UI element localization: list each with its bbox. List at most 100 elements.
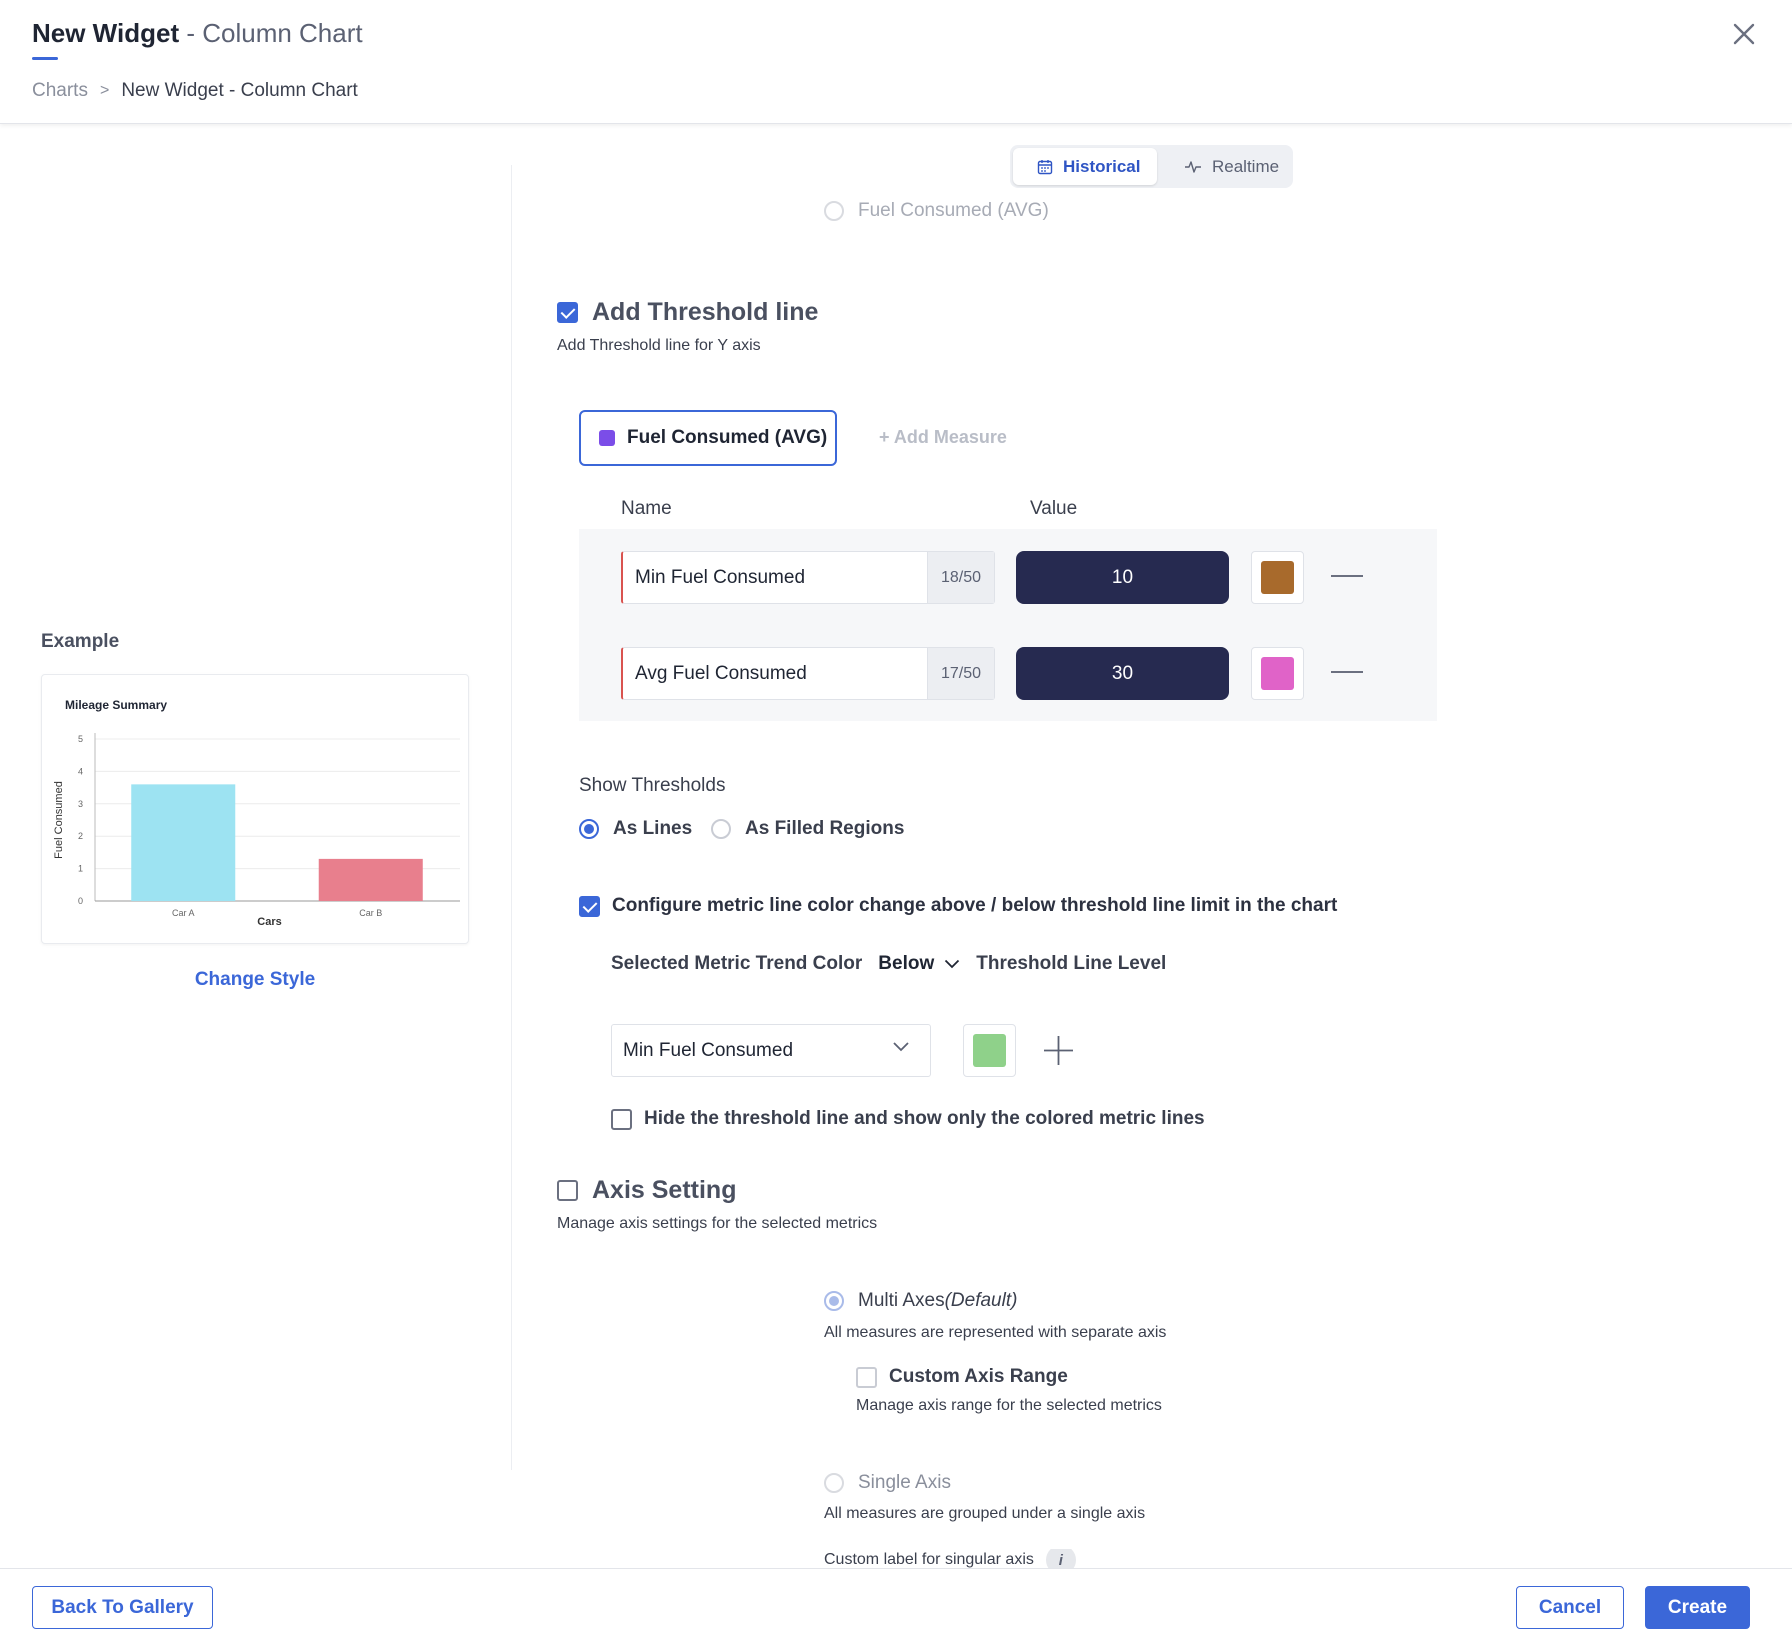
title-sub: Column Chart	[202, 18, 363, 48]
threshold-name-input[interactable]: Avg Fuel Consumed 17/50	[621, 647, 995, 700]
y-tick-label: 4	[78, 766, 83, 776]
chart-bar	[131, 784, 236, 901]
custom-label-text: Custom label for singular axis	[824, 1551, 1034, 1568]
x-axis-label: Cars	[257, 916, 281, 928]
multi-axes-radio[interactable]	[824, 1291, 844, 1311]
y-tick-label: 2	[78, 831, 83, 841]
configure-color-change-row[interactable]: Configure metric line color change above…	[579, 895, 1337, 917]
cancel-button[interactable]: Cancel	[1516, 1586, 1624, 1629]
threshold-color-picker[interactable]	[1251, 551, 1304, 604]
title-separator: -	[179, 18, 203, 48]
historical-tab[interactable]: Historical	[1013, 148, 1157, 185]
threshold-subtitle: Add Threshold line for Y axis	[557, 337, 761, 354]
scrolled-option-row[interactable]: Fuel Consumed (AVG)	[824, 200, 1049, 222]
hide-threshold-checkbox[interactable]	[611, 1108, 632, 1130]
mode-toggle: Historical Realtime	[1010, 145, 1293, 188]
breadcrumb-separator: >	[99, 82, 110, 99]
panel-divider	[511, 165, 512, 1470]
trend-direction-dropdown[interactable]: Below	[878, 953, 960, 975]
realtime-tab-label: Realtime	[1212, 156, 1280, 176]
custom-axis-range-checkbox[interactable]	[856, 1366, 877, 1388]
threshold-color-picker[interactable]	[1251, 647, 1304, 700]
add-rule-icon[interactable]	[1043, 1035, 1074, 1066]
trend-color-row: Selected Metric Trend Color Below Thresh…	[611, 953, 1166, 975]
trend-color-label: Selected Metric Trend Color	[611, 953, 863, 974]
y-tick-label: 5	[78, 734, 83, 744]
threshold-checkbox[interactable]	[557, 302, 578, 323]
value-column-header: Value	[1030, 498, 1078, 519]
show-thresholds-label: Show Thresholds	[579, 775, 726, 796]
example-label: Example	[41, 631, 120, 652]
add-measure-button[interactable]: + Add Measure	[879, 427, 1007, 448]
multi-axes-description: All measures are represented with separa…	[824, 1324, 1167, 1341]
remove-row-icon[interactable]	[1331, 575, 1363, 577]
custom-axis-range-label: Custom Axis Range	[889, 1366, 1068, 1387]
breadcrumb: Charts > New Widget - Column Chart	[32, 80, 358, 102]
trend-suffix-label: Threshold Line Level	[976, 953, 1167, 974]
scrolled-option-radio[interactable]	[824, 201, 844, 221]
custom-axis-range-row[interactable]: Custom Axis Range	[856, 1366, 1068, 1388]
pulse-icon	[1185, 160, 1201, 173]
chart-bar	[318, 858, 423, 901]
title-underline	[32, 57, 58, 60]
measure-chip[interactable]: Fuel Consumed (AVG)	[579, 410, 837, 466]
y-tick-label: 1	[78, 864, 83, 874]
change-style-link[interactable]: Change Style	[160, 969, 350, 991]
chevron-down-icon	[893, 1042, 909, 1052]
threshold-color-swatch	[1261, 561, 1294, 594]
threshold-name-value: Avg Fuel Consumed	[635, 662, 807, 684]
title-main: New Widget	[32, 18, 180, 48]
threshold-heading: Add Threshold line	[592, 298, 819, 326]
metric-color-picker[interactable]	[963, 1024, 1016, 1077]
threshold-heading-row[interactable]: Add Threshold line	[557, 298, 818, 327]
breadcrumb-current: New Widget - Column Chart	[121, 80, 358, 101]
y-tick-label: 0	[78, 896, 83, 906]
realtime-tab[interactable]: Realtime	[1160, 148, 1290, 185]
measure-color-swatch	[599, 430, 615, 446]
threshold-name-input[interactable]: Min Fuel Consumed 18/50	[621, 551, 995, 604]
hide-threshold-row[interactable]: Hide the threshold line and show only th…	[611, 1108, 1205, 1130]
threshold-value-input[interactable]: 30	[1016, 647, 1229, 700]
metric-color-swatch	[973, 1034, 1006, 1067]
single-axis-radio[interactable]	[824, 1473, 844, 1493]
axis-heading-row[interactable]: Axis Setting	[557, 1176, 736, 1205]
x-tick-label: Car B	[359, 908, 382, 918]
single-axis-label: Single Axis	[858, 1472, 951, 1493]
dialog-title: New Widget - Column Chart	[32, 18, 363, 49]
back-to-gallery-button[interactable]: Back To Gallery	[32, 1586, 213, 1629]
create-button[interactable]: Create	[1645, 1586, 1750, 1629]
char-count: 17/50	[927, 648, 994, 699]
as-filled-label: As Filled Regions	[745, 818, 905, 839]
configure-color-label: Configure metric line color change above…	[612, 895, 1338, 916]
y-tick-label: 3	[78, 799, 83, 809]
metric-select[interactable]: Min Fuel Consumed	[611, 1024, 931, 1077]
as-filled-option[interactable]: As Filled Regions	[711, 818, 904, 840]
single-axis-option[interactable]: Single Axis	[824, 1472, 951, 1494]
char-count: 18/50	[927, 552, 994, 603]
multi-axes-option[interactable]: Multi Axes(Default)	[824, 1290, 1017, 1312]
threshold-value-input[interactable]: 10	[1016, 551, 1229, 604]
custom-axis-range-description: Manage axis range for the selected metri…	[856, 1397, 1162, 1414]
y-axis-label: Fuel Consumed	[53, 781, 65, 859]
measure-chip-label: Fuel Consumed (AVG)	[627, 427, 828, 448]
multi-axes-label-group: Multi Axes(Default)	[858, 1290, 1017, 1312]
calendar-icon	[1037, 159, 1053, 174]
as-lines-option[interactable]: As Lines	[579, 818, 692, 840]
example-chart-card: Mileage Summary 0 1 2 3 4 5 Car A Car B Cars Fuel …	[41, 674, 469, 944]
as-lines-radio[interactable]	[579, 819, 599, 839]
example-chart: Mileage Summary 0 1 2 3 4 5 Car A Car B Cars Fuel …	[53, 698, 460, 928]
chart-title: Mileage Summary	[65, 698, 167, 712]
configure-color-checkbox[interactable]	[579, 895, 600, 917]
remove-row-icon[interactable]	[1331, 671, 1363, 673]
multi-axes-default: (Default)	[944, 1290, 1018, 1311]
x-tick-label: Car A	[172, 908, 195, 918]
hide-threshold-label: Hide the threshold line and show only th…	[644, 1108, 1205, 1129]
scrolled-option-label: Fuel Consumed (AVG)	[858, 200, 1049, 221]
close-icon[interactable]	[1728, 18, 1760, 50]
as-filled-radio[interactable]	[711, 819, 731, 839]
breadcrumb-charts[interactable]: Charts	[32, 80, 88, 102]
multi-axes-label: Multi Axes	[858, 1290, 945, 1311]
axis-heading: Axis Setting	[592, 1176, 737, 1204]
chevron-down-icon	[945, 959, 960, 969]
axis-setting-checkbox[interactable]	[557, 1180, 578, 1201]
